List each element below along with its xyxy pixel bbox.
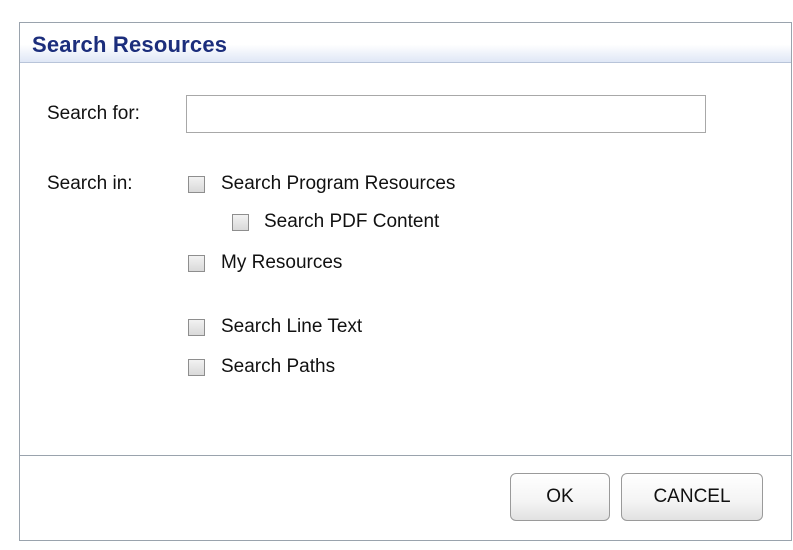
footer-divider	[20, 455, 791, 456]
option-label: Search Program Resources	[221, 173, 456, 194]
option-search-paths[interactable]: Search Paths	[188, 355, 335, 379]
option-label: Search PDF Content	[264, 211, 440, 232]
option-search-pdf-content[interactable]: Search PDF Content	[232, 210, 439, 234]
checkbox-search-line-text[interactable]	[188, 318, 205, 336]
option-search-line-text[interactable]: Search Line Text	[188, 315, 362, 339]
checkbox-search-pdf-content[interactable]	[232, 213, 249, 231]
cancel-button[interactable]: CANCEL	[621, 473, 763, 521]
option-label: My Resources	[221, 252, 343, 273]
checkbox-search-program-resources[interactable]	[188, 175, 205, 193]
page-background: Search Resources Search for: Search in: …	[0, 0, 793, 550]
option-label: Search Line Text	[221, 316, 363, 337]
ok-button[interactable]: OK	[510, 473, 610, 521]
search-for-label: Search for:	[47, 103, 140, 124]
checkbox-my-resources[interactable]	[188, 254, 205, 272]
option-search-program-resources[interactable]: Search Program Resources	[188, 172, 455, 196]
search-input[interactable]	[186, 95, 706, 133]
option-label: Search Paths	[221, 356, 336, 377]
option-my-resources[interactable]: My Resources	[188, 251, 342, 275]
search-resources-dialog: Search Resources Search for: Search in: …	[19, 22, 792, 541]
checkbox-search-paths[interactable]	[188, 358, 205, 376]
dialog-title: Search Resources	[32, 32, 228, 57]
dialog-titlebar: Search Resources	[20, 23, 791, 63]
search-in-label: Search in:	[47, 173, 133, 194]
